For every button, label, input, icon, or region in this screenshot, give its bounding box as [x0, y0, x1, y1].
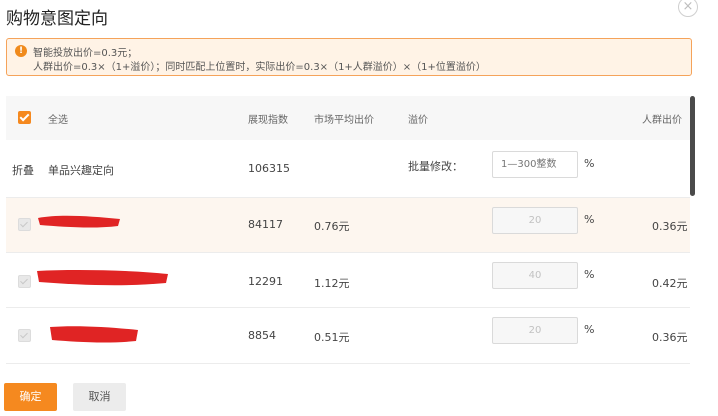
- select-all-checkbox[interactable]: [18, 111, 31, 124]
- collapse-toggle[interactable]: 折叠: [12, 162, 34, 178]
- table-header: 全选 展现指数 市场平均出价 溢价 人群出价: [6, 96, 690, 140]
- cancel-button[interactable]: 取消: [73, 383, 126, 411]
- group-name: 单品兴趣定向: [48, 164, 114, 177]
- warning-icon: !: [15, 45, 27, 57]
- notice-banner: ! 智能投放出价=0.3元； 人群出价=0.3×（1+溢价）；同时匹配上位置时，…: [6, 38, 692, 76]
- group-row: 折叠 单品兴趣定向 106315 批量修改： %: [6, 140, 690, 198]
- header-premium: 溢价: [408, 115, 428, 126]
- notice-line-2: 人群出价=0.3×（1+溢价）；同时匹配上位置时，实际出价=0.3×（1+人群溢…: [33, 62, 486, 73]
- table-row: 8854 0.51元 20 % 0.36元: [6, 308, 690, 364]
- scrollbar-thumb[interactable]: [690, 96, 695, 196]
- row-avg-market-bid: 0.51元: [314, 331, 350, 344]
- close-icon[interactable]: ×: [678, 0, 698, 17]
- dialog-title: 购物意图定向: [6, 9, 108, 29]
- row-impression-index: 84117: [248, 218, 283, 231]
- batch-percent-sign: %: [584, 157, 595, 170]
- row-crowd-bid: 0.42元: [652, 277, 688, 290]
- premium-input[interactable]: 40: [492, 262, 578, 289]
- row-avg-market-bid: 1.12元: [314, 277, 350, 290]
- header-avg-market-bid: 市场平均出价: [314, 115, 374, 126]
- notice-line-1: 智能投放出价=0.3元；: [33, 48, 138, 59]
- table-scrollbar[interactable]: [690, 96, 696, 396]
- premium-percent-sign: %: [584, 213, 595, 226]
- premium-input[interactable]: 20: [492, 207, 578, 234]
- premium-percent-sign: %: [584, 323, 595, 336]
- row-checkbox[interactable]: [18, 218, 31, 231]
- row-checkbox[interactable]: [18, 329, 31, 342]
- row-checkbox[interactable]: [18, 275, 31, 288]
- premium-input[interactable]: 20: [492, 317, 578, 344]
- batch-edit-input[interactable]: [492, 151, 578, 178]
- group-impression-index: 106315: [248, 162, 290, 175]
- premium-percent-sign: %: [584, 268, 595, 281]
- row-impression-index: 12291: [248, 275, 283, 288]
- row-impression-index: 8854: [248, 329, 276, 342]
- confirm-button[interactable]: 确定: [4, 383, 57, 411]
- redaction-mark: [38, 215, 120, 228]
- batch-edit-label: 批量修改：: [408, 160, 463, 173]
- row-crowd-bid: 0.36元: [652, 331, 688, 344]
- header-crowd-bid: 人群出价: [642, 115, 682, 126]
- header-impression-index: 展现指数: [248, 115, 288, 126]
- redaction-mark: [50, 326, 138, 343]
- row-crowd-bid: 0.36元: [652, 220, 688, 233]
- table-row: 12291 1.12元 40 % 0.42元: [6, 253, 690, 308]
- table-row: 84117 0.76元 20 % 0.36元: [6, 198, 690, 253]
- redaction-mark: [37, 270, 168, 286]
- header-select-all: 全选: [48, 115, 68, 126]
- row-avg-market-bid: 0.76元: [314, 220, 350, 233]
